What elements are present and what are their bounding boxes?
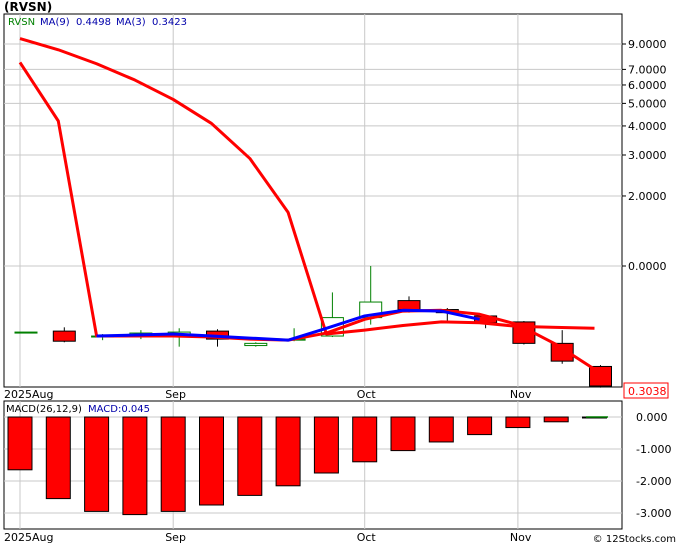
macd-bar: [199, 416, 224, 506]
price-tick-label: 0.0000: [628, 260, 667, 273]
macd-tick-label: -2.000: [636, 475, 671, 488]
price-tick-label: 7.0000: [628, 63, 667, 76]
macd-bar: [543, 416, 569, 423]
macd-bar: [505, 416, 531, 429]
price-tick-label: 2.0000: [628, 190, 667, 203]
macd-bar: [352, 416, 378, 463]
macd-tick-label: 0.000: [636, 411, 668, 424]
macd-x-label: Nov: [510, 531, 532, 544]
macd-bar: [45, 416, 71, 500]
price-tick-label: 5.0000: [628, 97, 667, 110]
macd-x-label: Sep: [165, 531, 186, 544]
price-tick-label: 9.0000: [628, 38, 667, 51]
macd-bar: [7, 416, 33, 471]
candle-body: [52, 330, 76, 342]
macd-bar: [390, 416, 416, 452]
candle-body: [244, 342, 268, 347]
macd-bar: [313, 416, 339, 474]
legend-ma3-label: MA(3): [116, 17, 146, 28]
macd-bar: [467, 416, 493, 436]
macd-x-label: 2025Aug: [4, 531, 53, 544]
legend-ma9-value: 0.4498: [76, 17, 111, 28]
price-tick-label: 6.0000: [628, 79, 667, 92]
macd-bar: [237, 416, 263, 496]
chart-title: (RVSN): [4, 0, 52, 14]
macd-bar: [122, 416, 148, 516]
macd-tick-label: -3.000: [636, 507, 671, 520]
macd-bar: [160, 416, 186, 512]
macd-legend-value: MACD:0.045: [88, 404, 150, 415]
price-x-label: Nov: [510, 388, 532, 401]
legend-ma9-label: MA(9): [40, 17, 70, 28]
price-y-axis: 9.0000 7.0000 6.0000 5.0000 4.0000 3.0000 2.00…: [622, 38, 667, 273]
candle-body: [397, 300, 421, 311]
last-price-label: 0.3038: [628, 385, 667, 398]
macd-tick-label: -1.000: [636, 443, 671, 456]
legend-symbol: RVSN: [8, 17, 35, 28]
macd-legend-label: MACD(26,12,9): [6, 404, 82, 415]
price-x-label: Sep: [165, 388, 186, 401]
candle-body: [14, 331, 38, 334]
legend-ma3-value: 0.3423: [152, 17, 187, 28]
watermark: © 12Stocks.com: [593, 534, 676, 545]
price-x-axis: 2025Aug Sep Oct Nov: [4, 388, 532, 401]
macd-bar: [84, 416, 110, 512]
price-tick-label: 3.0000: [628, 149, 667, 162]
macd-bar: [428, 416, 454, 443]
macd-bar: [275, 416, 301, 487]
stock-chart: 9.0000 7.0000 6.0000 5.0000 4.0000 3.0000 2.00…: [3, 0, 676, 545]
chart-stage: 9.0000 7.0000 6.0000 5.0000 4.0000 3.0000 2.00…: [0, 0, 680, 546]
macd-x-label: Oct: [357, 531, 377, 544]
price-tick-label: 4.0000: [628, 120, 667, 133]
macd-x-axis: 2025Aug Sep Oct Nov: [4, 531, 532, 544]
macd-y-axis: 0.000 -1.000 -2.000 -3.000: [636, 411, 671, 520]
price-x-label: 2025Aug: [4, 388, 53, 401]
price-x-label: Oct: [357, 388, 377, 401]
